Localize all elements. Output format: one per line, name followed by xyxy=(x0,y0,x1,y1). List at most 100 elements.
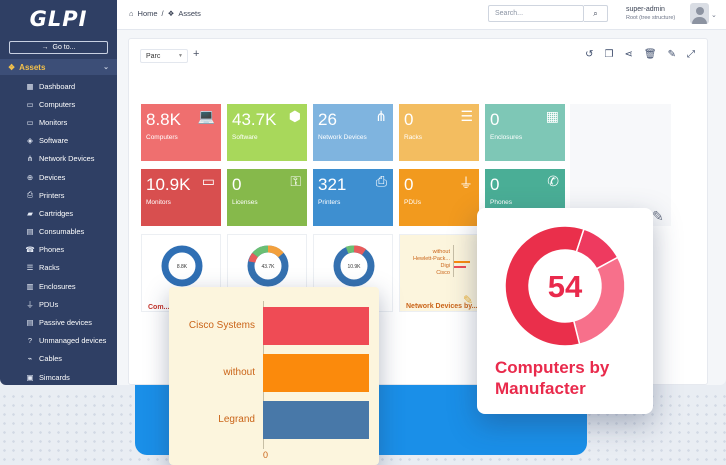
tile-label: Computers xyxy=(146,134,178,141)
sidebar-item-computers[interactable]: ▭ Computers xyxy=(0,95,117,113)
breadcrumb: ⌂ Home / ❖ Assets xyxy=(129,9,201,18)
network-icon: ⋔ xyxy=(375,108,387,124)
sidebar-item-cables[interactable]: ⌁ Cables xyxy=(0,350,117,368)
chevron-down-icon[interactable]: ⌄ xyxy=(711,11,717,19)
plug-icon: ⏚ xyxy=(459,175,473,191)
tile-monitors[interactable]: 10.9K Monitors ▭ xyxy=(141,169,221,226)
section-label: Assets xyxy=(19,62,46,72)
tile-computers[interactable]: 8.8K Computers 💻 xyxy=(141,104,221,161)
tile-software[interactable]: 43.7K Software ⬢ xyxy=(227,104,307,161)
sidebar-item-racks[interactable]: ☰ Racks xyxy=(0,259,117,277)
sidebar-item-label: Simcards xyxy=(39,372,70,382)
legend-item: without xyxy=(432,249,450,255)
bar[interactable] xyxy=(263,307,369,345)
goto-button[interactable]: → Go to... xyxy=(9,41,108,54)
sidebar-item-unmanaged-devices[interactable]: ? Unmanaged devices xyxy=(0,332,117,350)
sidebar-item-label: Enclosures xyxy=(39,281,76,291)
sidebar-item-consumables[interactable]: ▤ Consumables xyxy=(0,223,117,241)
tile-label: Monitors xyxy=(146,199,171,206)
sidebar-item-phones[interactable]: ☎ Phones xyxy=(0,241,117,259)
cubes-icon: ❖ xyxy=(167,9,175,18)
bar-row: Legrand xyxy=(169,401,379,439)
user-entity: Root (tree structure) xyxy=(626,15,676,21)
search-input[interactable]: Search... xyxy=(488,5,584,22)
tile-enclosures[interactable]: 0 Enclosures ▦ xyxy=(485,104,565,161)
question-icon: ? xyxy=(27,336,33,346)
breadcrumb-separator: / xyxy=(161,9,164,18)
sidebar-item-network-devices[interactable]: ⋔ Network Devices xyxy=(0,150,117,168)
breadcrumb-home[interactable]: Home xyxy=(138,9,158,18)
sidebar-item-enclosures[interactable]: ▥ Enclosures xyxy=(0,277,117,295)
mini-bar xyxy=(454,266,466,268)
add-dashboard-button[interactable]: + xyxy=(193,48,199,60)
mini-donut-center: 8.8K xyxy=(177,264,188,270)
simcard-icon: ▣ xyxy=(26,372,34,382)
sidebar-item-printers[interactable]: ⎙ Printers xyxy=(0,186,117,204)
mini-widget-network-devices[interactable]: without Hewlett-Pack... Digi Cisco Netwo… xyxy=(399,234,479,312)
dashboard-icon: ▦ xyxy=(26,81,34,91)
clone-icon[interactable]: ❐ xyxy=(605,49,614,60)
sidebar-item-pdus[interactable]: ⏚ PDUs xyxy=(0,295,117,313)
chevron-down-icon: ⌄ xyxy=(103,64,109,71)
grid-icon: ▦ xyxy=(545,108,559,124)
dashboard-toolbar: ↺ ❐ ⋖ 🗑 ✎ ⤢ xyxy=(585,49,695,60)
cable-icon: ⌁ xyxy=(27,354,33,364)
edit-icon[interactable]: ✎ xyxy=(668,49,676,60)
tile-racks[interactable]: 0 Racks ☰ xyxy=(399,104,479,161)
search-button[interactable]: ⌕ xyxy=(584,5,608,22)
bar-row: Cisco Systems xyxy=(169,307,379,345)
bar[interactable] xyxy=(263,354,369,392)
bar-chart-card[interactable]: Cisco Systems without Legrand 0 xyxy=(169,287,379,465)
sidebar-item-cartridges[interactable]: ▰ Cartridges xyxy=(0,204,117,222)
glpi-logo[interactable]: GLPI xyxy=(0,0,117,38)
search-icon: ⌕ xyxy=(593,8,598,18)
tile-network-devices[interactable]: 26 Network Devices ⋔ xyxy=(313,104,393,161)
avatar[interactable] xyxy=(690,3,709,24)
cartridge-icon: ▰ xyxy=(27,208,33,218)
sidebar-item-label: Printers xyxy=(39,190,65,200)
edit-icon[interactable]: ✎ xyxy=(652,208,664,225)
sidebar-item-label: Phones xyxy=(39,245,65,255)
tile-label: Network Devices xyxy=(318,134,367,141)
sidebar-item-passive-devices[interactable]: ▤ Passive devices xyxy=(0,313,117,331)
sidebar-item-devices[interactable]: ⊕ Devices xyxy=(0,168,117,186)
share-icon[interactable]: ⋖ xyxy=(625,49,633,60)
mini-donut-chart: 8.8K xyxy=(161,245,203,287)
legend-item: Digi xyxy=(440,263,450,269)
sidebar-item-simcards[interactable]: ▣ Simcards xyxy=(0,368,117,385)
sidebar-item-dashboard[interactable]: ▦ Dashboard xyxy=(0,77,117,95)
tile-printers[interactable]: 321 Printers ⎙ xyxy=(313,169,393,226)
mini-bar xyxy=(454,261,470,263)
computer-icon: ▭ xyxy=(26,99,34,109)
donut-chart: 54 xyxy=(504,225,626,347)
cubes-icon: ❖ xyxy=(8,62,16,72)
tile-licenses[interactable]: 0 Licenses ⚿ xyxy=(227,169,307,226)
donut-chart-card[interactable]: 54 Computers by Manufacter xyxy=(477,208,653,414)
sidebar-item-label: Network Devices xyxy=(39,154,95,164)
sidebar-section-assets[interactable]: ❖ Assets ⌄ xyxy=(0,59,117,75)
tile-pdus[interactable]: 0 PDUs ⏚ xyxy=(399,169,479,226)
tile-label: Software xyxy=(232,134,258,141)
dashboard-select-value: Parc xyxy=(146,53,161,60)
trash-icon[interactable]: 🗑 xyxy=(644,49,657,60)
sidebar-item-label: Racks xyxy=(39,263,60,273)
sidebar-item-label: Software xyxy=(39,136,69,146)
dashboard-select[interactable]: Parc ▼ xyxy=(140,49,188,63)
sidebar-menu: ▦ Dashboard ▭ Computers ▭ Monitors ◈ Software ⋔ N… xyxy=(0,75,117,385)
consumable-icon: ▤ xyxy=(26,227,34,237)
passive-icon: ▤ xyxy=(26,318,34,328)
history-icon[interactable]: ↺ xyxy=(585,49,593,60)
bar-label: Cisco Systems xyxy=(188,320,255,331)
mini-donut-center: 10.9K xyxy=(347,264,361,270)
breadcrumb-assets[interactable]: Assets xyxy=(178,9,201,18)
bar[interactable] xyxy=(263,401,369,439)
laptop-icon: 💻 xyxy=(197,108,215,124)
user-menu[interactable]: super-admin Root (tree structure) xyxy=(626,5,675,23)
sidebar-item-monitors[interactable]: ▭ Monitors xyxy=(0,113,117,131)
sidebar-item-software[interactable]: ◈ Software xyxy=(0,132,117,150)
software-icon: ◈ xyxy=(27,136,33,146)
user-name: super-admin xyxy=(626,6,665,13)
top-header: ⌂ Home / ❖ Assets Search... ⌕ super-admi… xyxy=(117,0,726,30)
fullscreen-icon[interactable]: ⤢ xyxy=(687,49,695,60)
tile-label: Enclosures xyxy=(490,134,523,141)
